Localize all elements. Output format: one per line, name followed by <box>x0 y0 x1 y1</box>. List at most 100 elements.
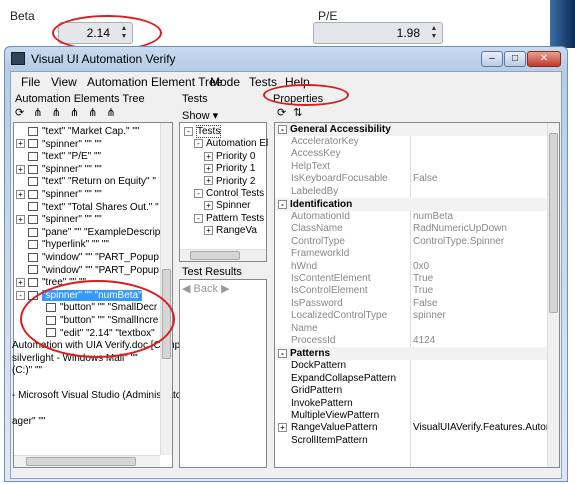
pe-spinner-arrows-icon[interactable]: ▲ ▼ <box>428 25 440 41</box>
tree-row[interactable]: "text" "Market Cap." "" <box>16 125 139 138</box>
property-row[interactable]: + RangeValuePattern VisualUIAVerify.Featur… <box>275 422 559 434</box>
test-tree-row[interactable]: - Control Tests <box>194 187 264 200</box>
property-row[interactable]: Name <box>275 323 547 335</box>
forward-arrow-icon[interactable]: ▶ <box>221 283 229 295</box>
tree-row[interactable]: "text" "P/E" "" <box>16 150 101 163</box>
properties-scroll-thumb[interactable] <box>549 133 558 313</box>
close-button[interactable]: ✕ <box>527 51 561 67</box>
property-row[interactable]: ScrollItemPattern <box>275 435 547 447</box>
expand-icon[interactable]: + <box>204 226 213 236</box>
tree-vertical-scrollbar[interactable] <box>160 123 172 455</box>
expand-icon[interactable]: + <box>16 189 25 199</box>
expand-icon[interactable]: + <box>16 278 25 288</box>
property-row[interactable]: ControlType ControlType.Spinner <box>275 236 547 248</box>
test-tree-row[interactable]: - Tests <box>184 125 222 138</box>
tree-row[interactable]: "window" "" "PART_Popup <box>16 264 159 277</box>
property-row[interactable]: LabeledBy <box>275 186 547 198</box>
minimize-button[interactable]: – <box>481 51 503 67</box>
property-row[interactable]: ExpandCollapsePattern <box>275 373 547 385</box>
beta-spinner-arrows-icon[interactable]: ▲ ▼ <box>118 25 130 41</box>
tests-horizontal-scrollbar[interactable] <box>180 249 266 261</box>
menu-file[interactable]: File <box>21 75 40 89</box>
expand-icon[interactable]: + <box>204 176 213 186</box>
navigate-next-sibling-icon[interactable]: ⋔ <box>70 107 79 119</box>
test-tree-row[interactable]: + Priority 0 <box>204 150 255 163</box>
tests-hscroll-thumb[interactable] <box>190 251 240 260</box>
property-row[interactable]: ProcessId 4124 <box>275 335 547 347</box>
collapse-icon[interactable]: - <box>194 188 203 198</box>
navigate-prev-sibling-icon[interactable]: ⋔ <box>88 107 97 119</box>
title-bar[interactable]: Visual UI Automation Verify – □ ✕ <box>5 47 567 71</box>
property-row[interactable]: hWnd 0x0 <box>275 261 547 273</box>
properties-vertical-scrollbar[interactable] <box>547 123 559 467</box>
property-row[interactable]: InvokePattern <box>275 398 547 410</box>
navigate-last-child-icon[interactable]: ⋔ <box>106 107 115 119</box>
property-category[interactable]: - Patterns <box>275 347 547 361</box>
property-row[interactable]: GridPattern <box>275 385 547 397</box>
property-row[interactable]: AutomationId numBeta <box>275 211 547 223</box>
collapse-icon[interactable]: - <box>278 349 287 359</box>
test-tree-row[interactable]: + Priority 2 <box>204 175 255 188</box>
property-category[interactable]: - Identification <box>275 198 547 211</box>
property-category[interactable]: - General Accessibility <box>275 123 547 136</box>
property-row[interactable]: LocalizedControlType spinner <box>275 310 547 322</box>
tree-row[interactable]: - "spinner" "" "numBeta" <box>16 289 142 302</box>
menu-mode[interactable]: Mode <box>210 75 240 89</box>
collapse-icon[interactable]: - <box>278 199 287 209</box>
pe-value[interactable]: 1.98 <box>397 26 420 40</box>
collapse-icon[interactable]: - <box>16 290 25 300</box>
sort-icon[interactable]: ⇅ <box>293 107 302 119</box>
tree-row[interactable]: + "tree" "" "" <box>16 276 86 289</box>
collapse-icon[interactable]: - <box>184 126 193 136</box>
property-row[interactable]: DockPattern <box>275 360 547 372</box>
tree-hscroll-thumb[interactable] <box>26 457 136 466</box>
refresh-icon[interactable]: ⟳ <box>15 107 24 119</box>
tree-row[interactable]: + "spinner" "" "" <box>16 188 102 201</box>
tree-row[interactable]: + "spinner" "" "" <box>16 163 102 176</box>
property-row[interactable]: IsKeyboardFocusable False <box>275 173 547 185</box>
tree-horizontal-scrollbar[interactable] <box>14 455 160 467</box>
beta-spinner[interactable]: 2.14 ▲ ▼ <box>58 22 133 44</box>
navigate-parent-icon[interactable]: ⋔ <box>33 107 42 119</box>
property-row[interactable]: ClassName RadNumericUpDown <box>275 223 547 235</box>
collapse-icon[interactable]: - <box>278 124 287 134</box>
collapse-icon[interactable]: - <box>194 213 203 223</box>
navigate-first-child-icon[interactable]: ⋔ <box>52 107 61 119</box>
property-row[interactable]: AcceleratorKey <box>275 136 547 148</box>
menu-view[interactable]: View <box>51 75 77 89</box>
property-row[interactable]: AccessKey <box>275 148 547 160</box>
property-row[interactable]: IsPassword False <box>275 298 547 310</box>
expand-icon[interactable]: + <box>204 151 213 161</box>
menu-help[interactable]: Help <box>285 75 310 89</box>
tree-row[interactable]: "pane" "" "ExampleDescrip <box>16 226 160 239</box>
property-row[interactable]: IsControlElement True <box>275 285 547 297</box>
maximize-button[interactable]: □ <box>504 51 526 67</box>
tree-row[interactable]: "text" "Return on Equity" " <box>16 175 156 188</box>
tree-row[interactable]: "text" "Total Shares Out." " <box>16 201 159 214</box>
refresh-icon[interactable]: ⟳ <box>277 107 286 119</box>
tree-row[interactable]: "button" "" "SmallDecr <box>34 301 157 314</box>
property-row[interactable]: FrameworkId <box>275 248 547 260</box>
property-row[interactable]: IsContentElement True <box>275 273 547 285</box>
property-row[interactable]: HelpText <box>275 161 547 173</box>
test-tree-row[interactable]: + RangeVa <box>204 224 257 237</box>
test-tree-row[interactable]: + Spinner <box>204 199 250 212</box>
expand-icon[interactable]: + <box>16 215 25 225</box>
beta-value[interactable]: 2.14 <box>87 26 110 40</box>
collapse-icon[interactable]: - <box>194 139 203 149</box>
tree-row[interactable]: "window" "" "PART_Popup <box>16 251 159 264</box>
expand-icon[interactable]: + <box>16 164 25 174</box>
expand-icon[interactable]: + <box>204 201 213 211</box>
back-button[interactable]: ◀ Back ▶ <box>182 282 230 295</box>
menu-automation-element-tree[interactable]: Automation Element Tree <box>87 75 222 89</box>
show-dropdown[interactable]: Show ▾ <box>182 109 218 122</box>
menu-tests[interactable]: Tests <box>249 75 277 89</box>
expand-icon[interactable]: + <box>16 139 25 149</box>
expand-icon[interactable]: + <box>204 164 213 174</box>
tree-row[interactable]: "hyperlink" "" "" <box>16 238 109 251</box>
pe-spinner[interactable]: 1.98 ▲ ▼ <box>313 22 443 44</box>
tree-row[interactable]: + "spinner" "" "" <box>16 213 102 226</box>
test-tree-row[interactable]: - Pattern Tests <box>194 212 264 225</box>
tree-row[interactable]: "button" "" "SmallIncre <box>34 314 158 327</box>
expand-icon[interactable]: + <box>278 423 287 433</box>
